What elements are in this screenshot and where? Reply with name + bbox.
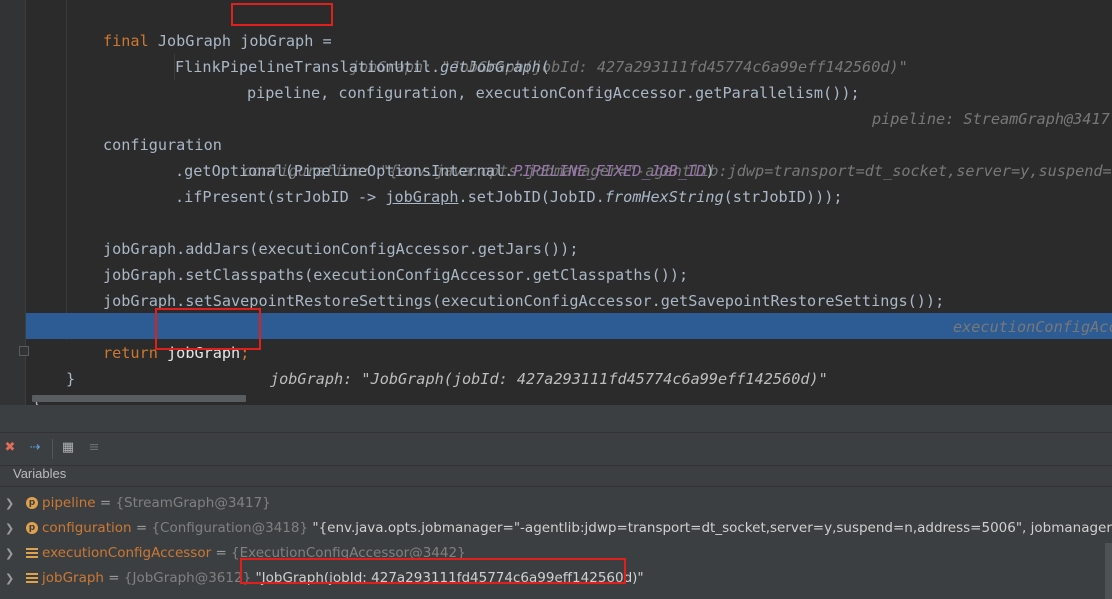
variable-name: configuration [103,136,222,154]
restore-layout-icon[interactable]: ✖ [2,440,18,456]
code-line-7: jobGraph.addJars(executionConfigAccessor… [0,210,578,258]
paren: ( [540,58,550,76]
method-call: getJobGraph [440,58,541,76]
debugger-header [0,405,1112,433]
debugger-panel: ✖ ⇢ ▦ ≡ Variables ❯ p pipeline = {Stream… [0,405,1112,599]
field-icon [26,573,38,583]
code-line-3: pipeline, configuration, executionConfig… [0,54,1110,128]
variable-type: {JobGraph@3612} [123,570,252,586]
call-arguments: pipeline, configuration, executionConfig… [247,84,860,102]
code-text: .setJobID(JobID. [458,188,605,206]
panel-separator [0,486,1112,487]
inline-debug-hint: jobGraph: "JobGraph(jobId: 427a293111fd4… [270,370,828,388]
class-ref: FlinkPipelineTranslationUtil. [175,58,441,76]
code-line-9: jobGraph.setSavepointRestoreSettings(exe… [0,262,1112,336]
indent-guide [66,0,67,340]
keyword: final [103,32,149,50]
inline-debug-hint: pipeline: StreamGraph@3417 [872,110,1110,128]
code-editor[interactable]: final JobGraph jobGraph = jobGraph: "Job… [0,0,1112,405]
closing-brace: } [66,370,76,388]
type-name: JobGraph [157,32,232,50]
horizontal-scrollbar[interactable] [32,395,246,402]
variable-row-pipeline[interactable]: ❯ p pipeline = {StreamGraph@3417} [0,491,1112,516]
show-execution-point-icon[interactable]: ⇢ [27,440,43,456]
keyword: return [103,344,158,362]
method-call: fromHexString [604,188,724,206]
code-text: (strJobID))); [723,188,843,206]
debugger-toolbar: ✖ ⇢ ▦ ≡ [0,433,1112,466]
code-line-10: return jobGraph; jobGraph: "JobGraph(job… [0,314,828,388]
annotation-box [155,308,261,350]
code-text: .getOptional(PipelineOptionsInternal. [175,162,514,180]
annotation-box [240,558,626,584]
vertical-scrollbar[interactable] [1105,543,1112,599]
code-line-5: .getOptional(PipelineOptionsInternal.PIP… [0,132,715,180]
equals: = [135,520,148,536]
annotation-box [231,3,333,26]
code-text: ) [705,162,715,180]
variable-name: executionConfigAccessor [42,545,212,561]
variable-type: {Configuration@3418} [151,520,309,536]
code-line-12: } [0,366,41,405]
variable-value: "{env.java.opts.jobmanager="-agentlib:jd… [312,520,1112,536]
parameter-icon: p [26,522,38,534]
variables-panel-title: Variables [13,466,67,481]
expand-arrow-icon[interactable]: ❯ [5,491,14,516]
code-text: jobGraph.addJars(executionConfigAccessor… [103,240,579,258]
variable-name: jobGraph [240,32,314,50]
variable-name: jobGraph [42,570,104,586]
inline-debug-hint: executionConfigAcc [953,318,1112,336]
equals: = [99,495,112,511]
equals: = [215,545,227,561]
code-line-2: FlinkPipelineTranslationUtil.getJobGraph… [0,28,550,76]
evaluate-icon[interactable]: ≡ [86,440,102,456]
variable-ref: jobGraph [385,188,459,206]
expand-arrow-icon[interactable]: ❯ [5,541,14,566]
variable-type: {StreamGraph@3417} [115,495,271,511]
variable-row-configuration[interactable]: ❯ p configuration = {Configuration@3418}… [0,516,1112,541]
variable-name: pipeline [42,495,96,511]
expand-arrow-icon[interactable]: ❯ [5,566,14,591]
code-line-4: configuration configuration: "{env.java.… [0,106,1112,180]
parameter-icon: p [26,497,38,509]
toolbar-separator [52,439,53,459]
code-line-6: .ifPresent(strJobID -> jobGraph.setJobID… [0,158,843,206]
variable-name: configuration [42,520,132,536]
code-line-1: final JobGraph jobGraph = jobGraph: "Job… [0,2,908,76]
code-line-11: } [0,340,75,388]
code-text: jobGraph.setClasspaths(executionConfigAc… [103,266,689,284]
field-icon [26,548,38,558]
code-text: .ifPresent(strJobID -> [175,188,386,206]
table-view-icon[interactable]: ▦ [60,440,76,456]
constant-field: PIPELINE_FIXED_JOB_ID [513,162,706,180]
operator: = [322,32,332,50]
code-line-8: jobGraph.setClasspaths(executionConfigAc… [0,236,688,284]
expand-arrow-icon[interactable]: ❯ [5,516,14,541]
equals: = [108,570,120,586]
